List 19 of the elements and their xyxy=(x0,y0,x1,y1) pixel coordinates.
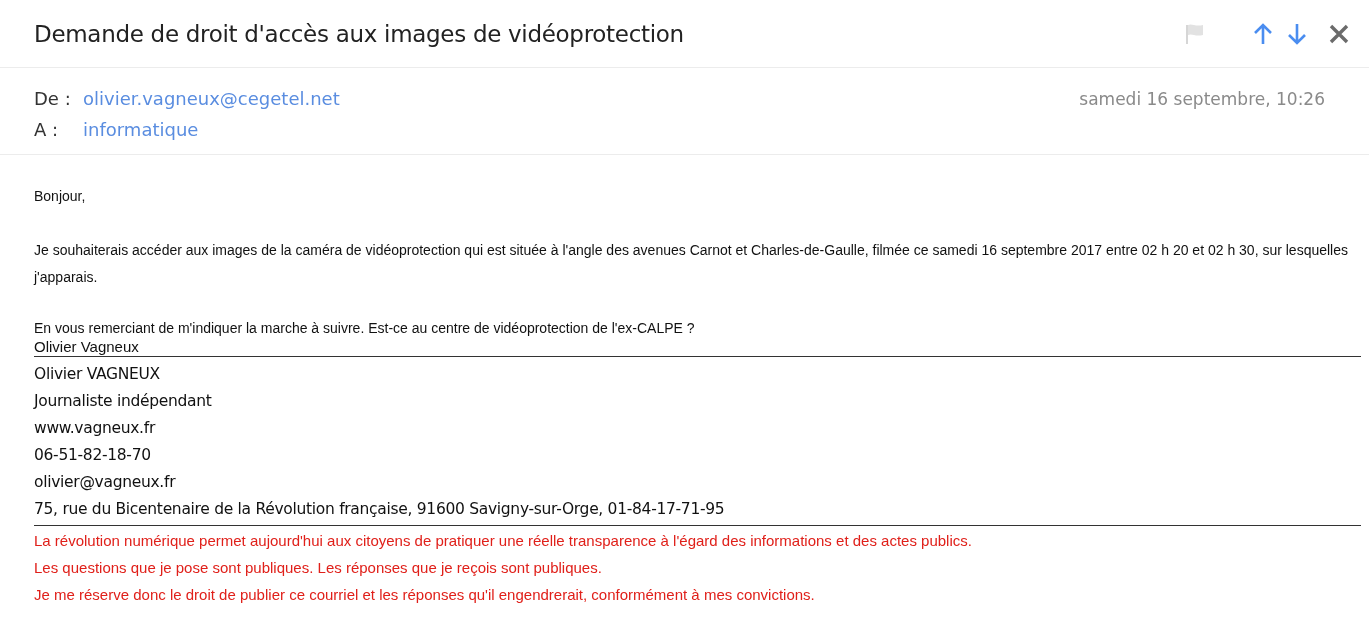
from-label: De : xyxy=(34,88,72,109)
signature-line: 75, rue du Bicentenaire de la Révolution française, 91600 Savigny-sur-Orge, 01-84-17-71-95 xyxy=(34,499,726,520)
message-paragraph: Je souhaiterais accéder aux images de la caméra de vidéoprotection qui est située à l'angle des avenues Carnot et Charles-de-Gaulle, filmée ce samedi 16 septembre 2017 entre 02 h 20 et 02 h 30, sur lesquelles j'apparais. xyxy=(34,241,1349,287)
to-label: A : xyxy=(34,119,60,140)
signature-line: Journaliste indépendant xyxy=(34,391,213,412)
signature-line: Olivier VAGNEUX xyxy=(34,364,161,385)
notice-line: Les questions que je pose sont publiques. Les réponses que je reçois sont publiques. xyxy=(34,558,603,578)
email-subject: Demande de droit d'accès aux images de vidéoprotection xyxy=(34,20,685,47)
signature-line: 06-51-82-18-70 xyxy=(34,445,152,466)
sent-date: samedi 16 septembre, 10:26 xyxy=(1079,88,1325,109)
sign-off: Olivier Vagneux xyxy=(34,338,139,355)
signature-line: olivier@vagneux.fr xyxy=(34,472,177,493)
message-paragraph: Bonjour, xyxy=(34,187,87,206)
message-paragraph: En vous remerciant de m'indiquer la marche à suivre. Est-ce au centre de vidéoprotection de l'ex-CALPE ? xyxy=(34,319,696,338)
recipient-link[interactable]: informatique xyxy=(83,119,199,140)
signature-line: www.vagneux.fr xyxy=(34,418,157,439)
notice-line: Je me réserve donc le droit de publier ce courriel et les réponses qu'il engendrerait, conformément à mes convictions. xyxy=(34,585,816,605)
notice-line: La révolution numérique permet aujourd'hui aux citoyens de pratiquer une réelle transparence à l'égard des informations et des actes publics. xyxy=(34,531,973,551)
sender-link[interactable]: olivier.vagneux@cegetel.net xyxy=(83,88,340,109)
